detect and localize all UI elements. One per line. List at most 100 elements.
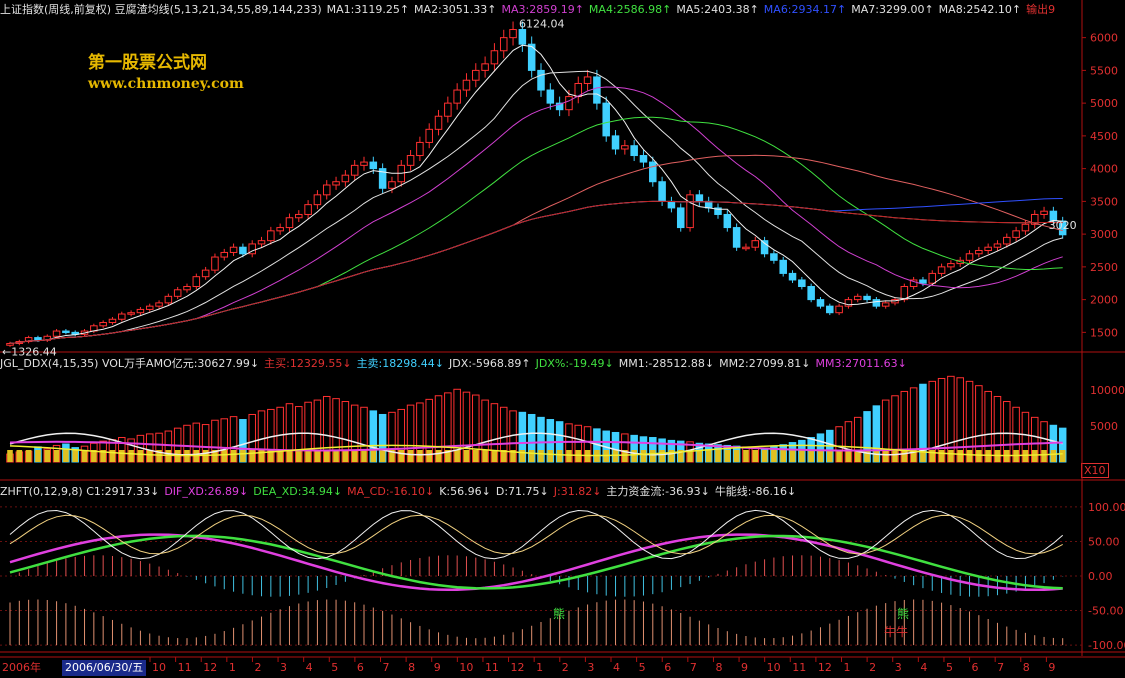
candle-body	[490, 50, 499, 65]
ddx-bar	[472, 450, 479, 462]
ddx-bar	[72, 450, 79, 462]
month-tick-label: 6	[664, 661, 671, 674]
ddx-bar	[426, 450, 433, 462]
month-tick-label: 11	[792, 661, 806, 674]
candle-body	[388, 181, 396, 189]
candle-body	[919, 279, 927, 284]
volume-bar	[965, 380, 974, 463]
candle-body	[788, 272, 797, 281]
ddx-bar	[7, 450, 13, 462]
ddx-bar	[482, 450, 488, 462]
ddx-bar	[249, 450, 256, 462]
ddx-bar	[1059, 450, 1066, 462]
candle-body	[118, 313, 126, 320]
ddx-bar	[640, 450, 647, 462]
month-tick-label: 5	[946, 661, 953, 674]
month-tick-label: 1	[229, 661, 236, 674]
volume-magenta-line	[9, 440, 1063, 452]
ddx-bar	[314, 450, 321, 462]
ddx-bar	[836, 450, 842, 462]
candle-body	[211, 256, 219, 271]
ddx-bar	[789, 450, 796, 462]
volume-bar	[956, 377, 964, 463]
ddx-bar	[752, 450, 759, 462]
candle-body	[257, 240, 266, 245]
moving-average-line	[9, 200, 1063, 344]
candle-body	[928, 272, 937, 284]
price-tick-label: 3000	[1090, 228, 1118, 241]
ddx-bar	[81, 450, 88, 462]
candle-body	[816, 299, 825, 307]
candle-body	[192, 276, 201, 288]
candle-body	[807, 286, 815, 301]
month-tick-label: 10	[767, 661, 781, 674]
volume-bar	[947, 375, 955, 463]
month-tick-label: 3	[895, 661, 902, 674]
ddx-bar	[342, 450, 349, 462]
ddx-bar	[25, 450, 32, 462]
candle-body	[826, 305, 834, 314]
candle-body	[695, 194, 704, 202]
moving-average-line	[9, 200, 1063, 344]
indicator-tick-label: -50.00	[1088, 605, 1123, 618]
moving-average-line	[9, 198, 1063, 344]
ddx-bar	[556, 450, 563, 462]
candle-body	[220, 251, 229, 258]
candle-body	[649, 161, 657, 183]
ddx-bar	[128, 450, 134, 462]
stock-chart[interactable]: 1500 2000 2500 3000 3500 4000 4500 5000 5500 6000…	[0, 0, 1125, 678]
ddx-bar	[370, 450, 377, 462]
month-tick-label: 8	[1023, 661, 1030, 674]
candle-body	[975, 249, 983, 255]
candle-body	[295, 213, 303, 219]
candle-body	[145, 305, 154, 310]
ddx-bar	[649, 450, 656, 462]
candle-body	[472, 69, 480, 81]
month-tick-label: 11	[485, 661, 499, 674]
ddx-bar	[146, 450, 153, 462]
candle-body	[462, 79, 471, 91]
bear-label: 熊	[897, 606, 909, 621]
candle-body	[481, 63, 489, 71]
ddx-bar	[538, 450, 544, 462]
ddx-bar	[659, 450, 665, 462]
candle-body	[602, 102, 610, 137]
month-tick-label: 9	[1048, 661, 1055, 674]
price-tick-label: 2000	[1090, 294, 1118, 307]
month-tick-label: 8	[715, 661, 722, 674]
candle-body	[127, 312, 135, 315]
month-tick-label: 4	[306, 661, 313, 674]
candle-body	[1003, 236, 1011, 245]
volume-bar	[937, 377, 946, 463]
month-tick-label: 6	[357, 661, 364, 674]
candle-body	[537, 69, 545, 91]
volume-tick-label: 10000	[1090, 384, 1125, 397]
candle-body	[416, 141, 424, 157]
candle-body	[201, 269, 210, 278]
month-tick-label: 5	[331, 661, 338, 674]
month-tick-label: 12	[818, 661, 832, 674]
month-tick-label: 9	[741, 661, 748, 674]
month-tick-label: 4	[613, 661, 620, 674]
ddx-bar	[743, 450, 749, 462]
month-tick-label: 9	[434, 661, 441, 674]
ddx-bar	[323, 450, 330, 462]
candle-body	[499, 37, 508, 52]
ddx-bar	[724, 450, 731, 462]
ddx-bar	[966, 450, 973, 462]
candle-body	[1012, 230, 1020, 238]
candle-body	[872, 299, 881, 307]
ddx-bar	[230, 450, 237, 462]
candle-body	[621, 145, 629, 150]
candle-body	[509, 29, 517, 39]
month-tick-label: 11	[178, 661, 192, 674]
price-tick-label: 4000	[1090, 163, 1118, 176]
month-tick-label: 3	[587, 661, 594, 674]
ddx-bar	[938, 450, 945, 462]
ddx-bar	[547, 450, 554, 462]
month-tick-label: 12	[511, 661, 525, 674]
volume-bar	[928, 380, 937, 463]
ddx-bar	[286, 450, 293, 462]
price-tick-label: 6000	[1090, 32, 1118, 45]
ddx-bar	[463, 450, 470, 462]
